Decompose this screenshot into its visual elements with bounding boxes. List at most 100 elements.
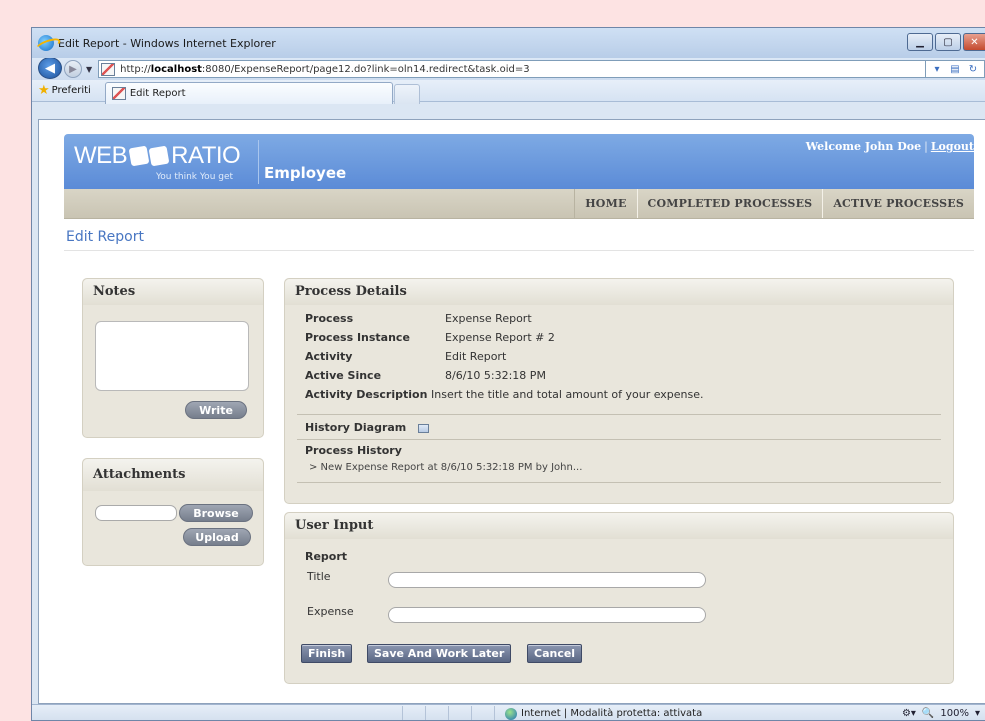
close-button[interactable]: ✕ xyxy=(963,33,985,51)
report-heading: Report xyxy=(305,550,348,563)
webratio-logo: WEB RATIO You think You get xyxy=(74,142,254,186)
logo-text-web: WEB xyxy=(74,142,128,169)
security-zone[interactable]: Internet | Modalità protetta: attivata xyxy=(505,707,703,720)
title-input[interactable] xyxy=(388,572,706,588)
welcome-text: Welcome John Doe xyxy=(805,140,922,153)
expense-input[interactable] xyxy=(388,607,706,623)
webratio-page: WEB RATIO You think You get Employee Wel… xyxy=(64,134,974,684)
detail-row-active-since: Active Since 8/6/10 5:32:18 PM xyxy=(305,369,546,382)
detail-value: Insert the title and total amount of you… xyxy=(431,388,704,401)
finish-button[interactable]: Finish xyxy=(301,644,353,663)
page-favicon-icon xyxy=(101,62,116,76)
logo-tagline: You think You get xyxy=(156,172,234,182)
history-diagram-icon[interactable] xyxy=(417,423,429,433)
divider xyxy=(297,414,941,415)
attachments-panel: Attachments Browse Upload xyxy=(82,458,264,566)
back-button[interactable]: ◀ xyxy=(38,57,62,79)
zoom-level[interactable]: 100% xyxy=(940,708,969,719)
status-cell xyxy=(448,705,449,720)
compatibility-view-icon[interactable]: ▤ xyxy=(948,62,962,76)
history-diagram-label: History Diagram xyxy=(305,421,407,434)
upload-button[interactable]: Upload xyxy=(183,528,251,546)
process-history-heading: Process History xyxy=(305,444,402,457)
main-menu: HOME COMPLETED PROCESSES ACTIVE PROCESSE… xyxy=(64,189,974,219)
ie-logo-icon xyxy=(38,35,54,51)
notes-textarea[interactable] xyxy=(95,321,249,391)
process-details-panel: Process Details Process Expense Report P… xyxy=(284,278,954,504)
title-label: Title xyxy=(307,570,331,583)
browse-button[interactable]: Browse xyxy=(179,504,253,522)
write-button[interactable]: Write xyxy=(185,401,247,419)
zoom-dropdown-icon[interactable]: ▾ xyxy=(975,708,980,719)
report-section-label: Report xyxy=(305,550,347,563)
detail-value: Expense Report # 2 xyxy=(445,331,555,344)
refresh-icon[interactable]: ↻ xyxy=(966,62,980,76)
save-and-work-later-button[interactable]: Save And Work Later xyxy=(367,644,512,663)
detail-row-process-instance: Process Instance Expense Report # 2 xyxy=(305,331,555,344)
security-zone-text: Internet | Modalità protetta: attivata xyxy=(521,708,703,719)
process-history-label: Process History xyxy=(305,444,402,457)
user-input-title: User Input xyxy=(285,513,953,539)
app-header: WEB RATIO You think You get Employee Wel… xyxy=(64,134,974,189)
globe-icon xyxy=(505,707,517,720)
zoom-icon[interactable]: 🔍 xyxy=(922,708,934,719)
detail-value: Edit Report xyxy=(445,350,507,363)
logo-text-ratio: RATIO xyxy=(171,142,241,169)
url-prefix: http:// xyxy=(120,63,151,75)
user-input-panel: User Input Report Title Expense Finish S… xyxy=(284,512,954,684)
maximize-button[interactable]: ▢ xyxy=(935,33,961,51)
history-diagram-row: History Diagram xyxy=(305,421,429,434)
detail-label: Activity xyxy=(305,350,353,363)
app-title: Employee xyxy=(264,164,347,182)
detail-row-activity: Activity Edit Report xyxy=(305,350,506,363)
status-cell xyxy=(471,705,472,720)
cancel-button[interactable]: Cancel xyxy=(527,644,583,663)
menu-item-home[interactable]: HOME xyxy=(574,189,636,218)
divider xyxy=(297,439,941,440)
tab-edit-report[interactable]: Edit Report xyxy=(104,81,393,104)
logo-squares-icon xyxy=(128,145,170,167)
address-dropdown-icon[interactable]: ▾ xyxy=(930,62,944,76)
page-viewport: WEB RATIO You think You get Employee Wel… xyxy=(38,119,985,704)
menu-item-active-processes[interactable]: ACTIVE PROCESSES xyxy=(822,189,974,218)
address-bar: ◀ ▶ ▼ http://localhost:8080/ExpenseRepor… xyxy=(32,57,985,80)
new-tab-button[interactable] xyxy=(393,83,420,104)
status-cell xyxy=(494,705,495,720)
detail-label: Activity Description xyxy=(305,388,428,401)
favorites-bar: ★ Preferiti Edit Report xyxy=(32,80,985,104)
window-titlebar: Edit Report - Windows Internet Explorer … xyxy=(32,28,985,58)
logout-link[interactable]: Logout xyxy=(931,140,974,153)
detail-label: Active Since xyxy=(305,369,382,382)
favorites-star-icon[interactable]: ★ xyxy=(38,83,50,98)
notes-title: Notes xyxy=(83,279,263,305)
protected-mode-icon[interactable]: ⚙▾ xyxy=(902,708,916,719)
expense-label: Expense xyxy=(307,605,354,618)
detail-row-activity-description: Activity Description Insert the title an… xyxy=(305,388,704,401)
status-cell xyxy=(402,705,403,720)
url-field[interactable]: http://localhost:8080/ExpenseReport/page… xyxy=(98,60,926,78)
header-divider xyxy=(258,140,259,184)
notes-panel: Notes Write xyxy=(82,278,264,438)
page-title: Edit Report xyxy=(64,229,974,251)
detail-label: Process xyxy=(305,312,354,325)
forward-button[interactable]: ▶ xyxy=(64,60,82,78)
detail-value: Expense Report xyxy=(445,312,532,325)
status-cell xyxy=(425,705,426,720)
detail-row-process: Process Expense Report xyxy=(305,312,532,325)
url-path: :8080/ExpenseReport/page12.do?link=oln14… xyxy=(201,63,530,75)
divider xyxy=(297,482,941,483)
file-path-input[interactable] xyxy=(95,505,177,521)
user-welcome: Welcome John Doe | Logout xyxy=(805,140,974,153)
status-bar: Internet | Modalità protetta: attivata ⚙… xyxy=(32,704,985,720)
recent-pages-dropdown-icon[interactable]: ▼ xyxy=(86,65,92,74)
history-entry-link[interactable]: > New Expense Report at 8/6/10 5:32:18 P… xyxy=(309,462,582,473)
detail-label: Process Instance xyxy=(305,331,410,344)
minimize-button[interactable]: ▁ xyxy=(907,33,933,51)
tab-favicon-icon xyxy=(111,86,126,100)
menu-item-completed-processes[interactable]: COMPLETED PROCESSES xyxy=(636,189,823,218)
browser-window: Edit Report - Windows Internet Explorer … xyxy=(31,27,985,721)
favorites-button[interactable]: Preferiti xyxy=(52,85,91,96)
process-details-title: Process Details xyxy=(285,279,953,305)
detail-value: 8/6/10 5:32:18 PM xyxy=(445,369,546,382)
attachments-title: Attachments xyxy=(83,459,263,491)
